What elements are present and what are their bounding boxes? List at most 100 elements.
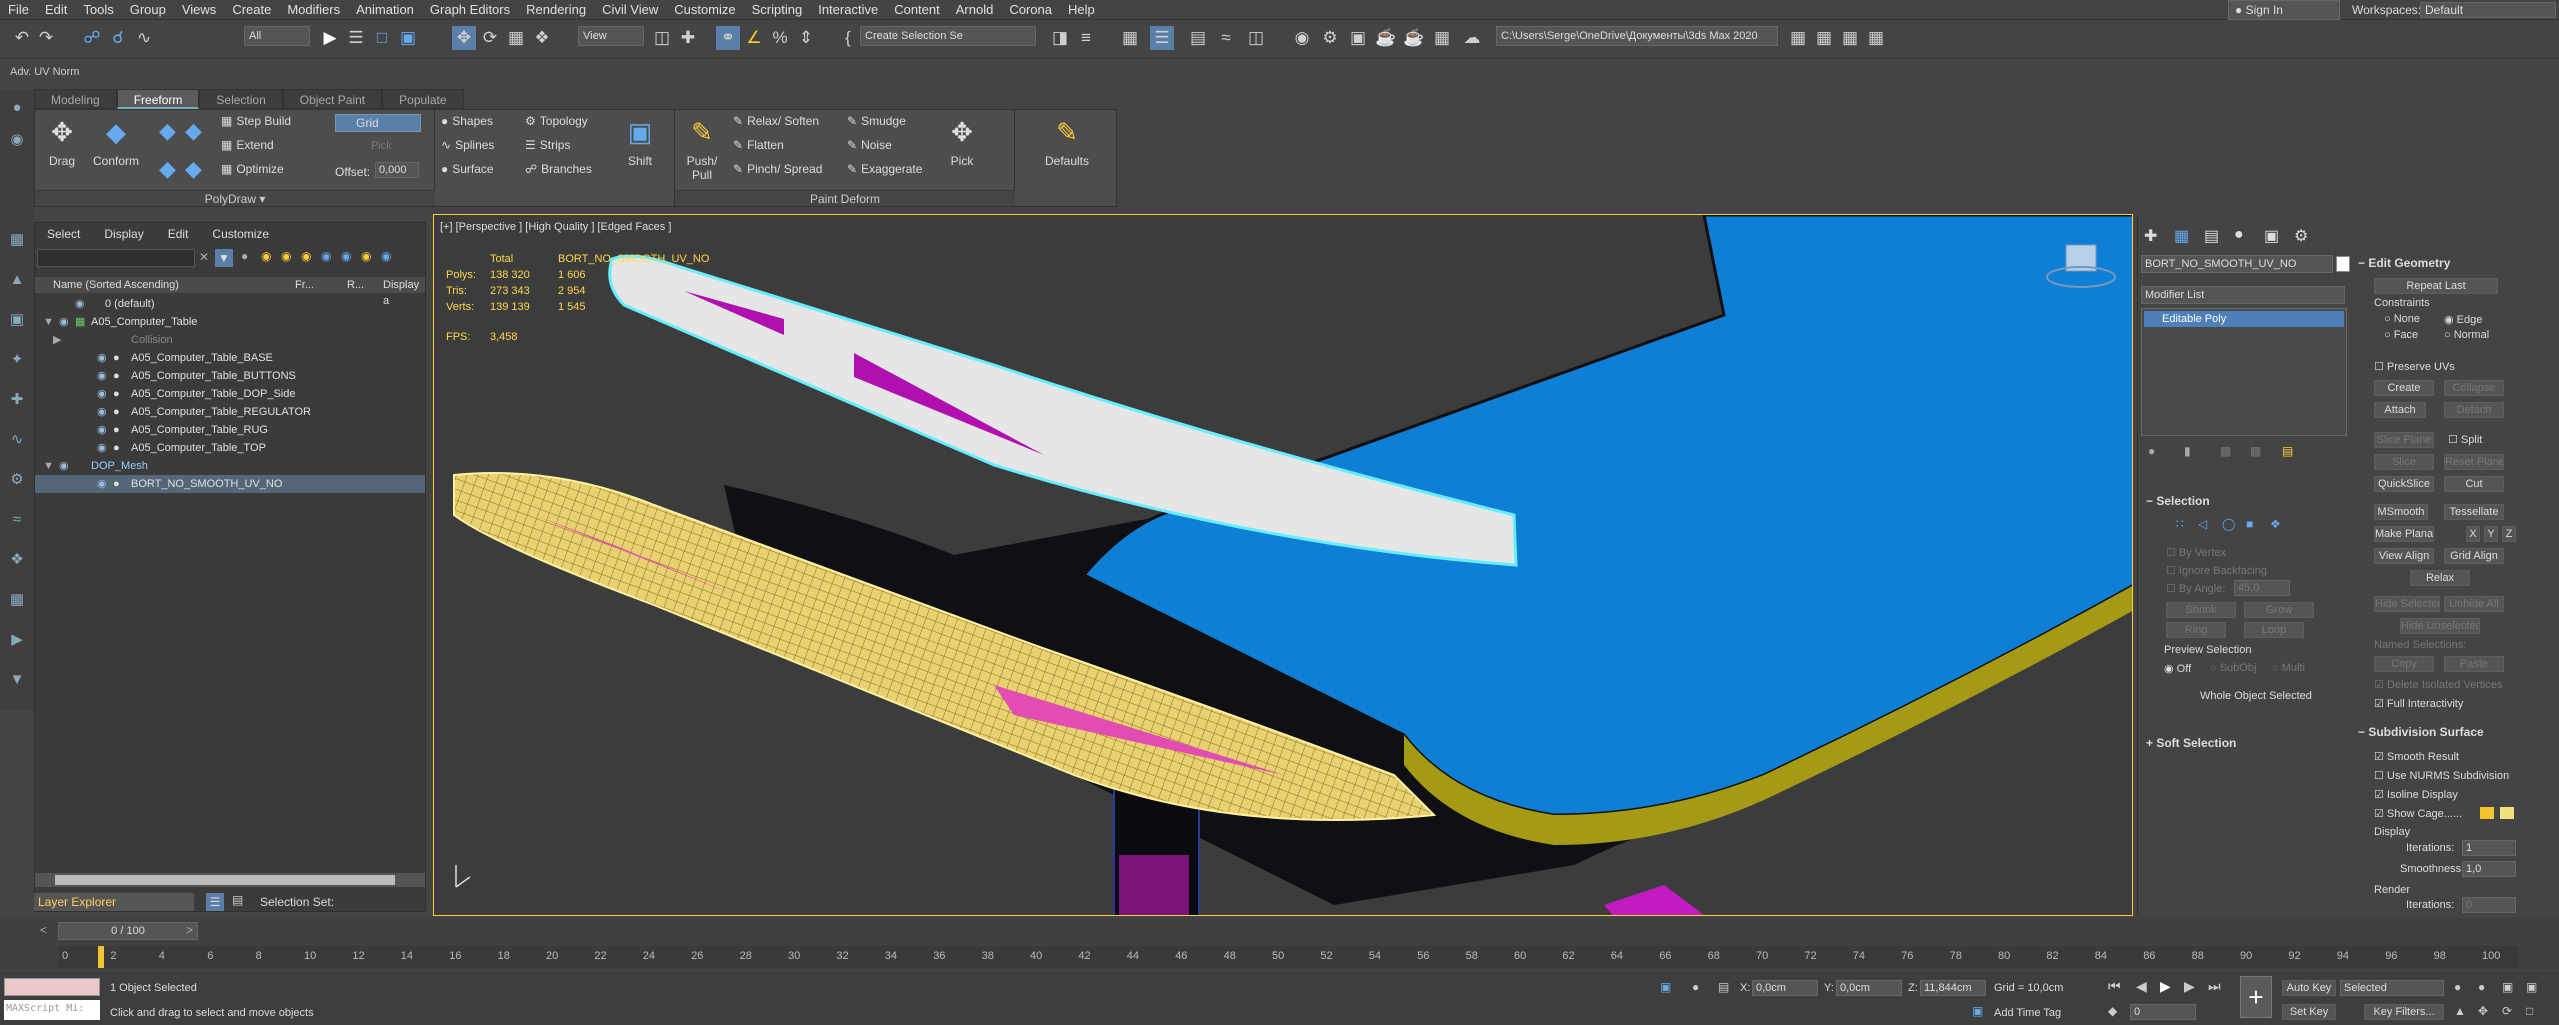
link-icon[interactable]: ☍ [80,26,104,50]
light-tool-icon[interactable]: ✦ [7,350,27,370]
render-iterative-icon[interactable]: ☕ [1402,26,1426,50]
z-coordinate-field[interactable]: 11,844cm [1920,980,1986,996]
display-geometry-icon[interactable]: ◉ [261,249,271,263]
reference-coordinate-dropdown[interactable]: View [578,26,644,46]
eye-icon[interactable]: ◉ [97,403,107,421]
strips-button[interactable]: ☰ Strips [525,138,570,152]
edge-mode-icon[interactable]: ◁ [2198,517,2207,531]
render-production-icon[interactable]: ☕ [1374,26,1398,50]
pan-view-icon[interactable]: ✥ [2478,1004,2488,1018]
mirror-icon[interactable]: ◨ [1048,26,1072,50]
object-name-field[interactable]: BORT_NO_SMOOTH_UV_NO [2141,255,2333,273]
isoline-display-checkbox[interactable]: ☑ Isoline Display [2374,788,2458,801]
cage-color-swatch-2[interactable] [2500,807,2514,819]
menu-graph-editors[interactable]: Graph Editors [422,0,518,20]
list-item-selected[interactable]: ◉ ● BORT_NO_SMOOTH_UV_NO [35,475,425,493]
utility-tool-icon[interactable]: ▶ [7,630,27,650]
filter-tool-icon[interactable]: ▲ [7,270,27,290]
filter-icon[interactable]: ▼ [215,249,233,267]
list-item[interactable]: ◉ ● A05_Computer_Table_BUTTONS [35,367,425,385]
scene-menu-select[interactable]: Select [35,223,92,245]
slice-plane-button[interactable]: Slice Plane [2374,432,2434,448]
use-nurms-checkbox[interactable]: ☐ Use NURMS Subdivision [2374,769,2509,782]
select-rotate-icon[interactable]: ⟳ [478,26,502,50]
display-lights-icon[interactable]: ◉ [301,249,311,263]
play-icon[interactable]: ▶ [2160,978,2171,995]
create-tab-icon[interactable]: ✚ [2144,226,2157,246]
render-activeshade-icon[interactable]: ▦ [1430,26,1454,50]
list-item[interactable]: ◉ ● A05_Computer_Table_REGULATOR [35,403,425,421]
auto-key-button[interactable]: Auto Key [2282,980,2336,996]
display-bones-icon[interactable]: ◉ [381,249,391,263]
camera-tool-icon[interactable]: ▣ [7,310,27,330]
previous-frame-icon[interactable]: ◀ [2136,978,2147,995]
smoothness-field[interactable]: 1,0 [2462,861,2516,877]
hide-selected-button[interactable]: Hide Selected [2374,596,2440,612]
optimize-button[interactable]: ▦ Optimize [221,162,284,176]
pick-button[interactable]: ✥ Pick [937,114,987,168]
current-frame-field[interactable]: 0 [2130,1004,2196,1020]
scene-menu-display[interactable]: Display [92,223,155,245]
key-selection-dropdown[interactable]: Selected [2340,980,2444,996]
field-of-view-icon[interactable]: ▲ [2454,1004,2466,1018]
collapse-icon[interactable]: ▼ [43,313,54,331]
tab-freeform[interactable]: Freeform [116,89,200,109]
menu-modifiers[interactable]: Modifiers [279,0,348,20]
tab-modeling[interactable]: Modeling [34,89,117,109]
unhide-all-button[interactable]: Unhide All [2444,596,2504,612]
loop-button[interactable]: Loop [2244,622,2304,638]
redo-icon[interactable]: ↷ [34,26,58,50]
drag-button[interactable]: ✥ Drag [37,114,87,168]
brush-tool-icon-2[interactable]: ◆ [185,118,202,144]
view-align-button[interactable]: View Align [2374,548,2434,564]
planar-x-button[interactable]: X [2466,526,2480,542]
shift-button[interactable]: ▣ Shift [615,114,665,168]
rectangular-selection-icon[interactable]: □ [370,26,394,50]
spinner-snap-icon[interactable]: ⇕ [794,26,818,50]
maxscript-listener[interactable] [4,978,100,996]
list-item[interactable]: ◉ ● A05_Computer_Table_TOP [35,439,425,457]
time-slider[interactable]: 0 / 100 [58,922,198,940]
extend-button[interactable]: ▦ Extend [221,138,274,152]
zoom-extents-all-icon[interactable]: ▣ [2526,980,2537,994]
smudge-button[interactable]: ✎ Smudge [847,114,906,128]
eye-icon[interactable]: ◉ [75,295,85,313]
project-folder-open-icon[interactable]: ▦ [1838,26,1862,50]
paste-button[interactable]: Paste [2444,656,2504,672]
tessellate-button[interactable]: Tessellate [2444,504,2504,520]
topology-button[interactable]: ⚙ Topology [525,114,588,128]
tab-selection[interactable]: Selection [199,89,283,109]
relax-button[interactable]: Relax [2410,570,2470,586]
constraint-normal-radio[interactable]: ○ Normal [2444,329,2489,341]
zoom-viewport-icon[interactable]: ● [2454,980,2461,994]
set-key-button[interactable]: Set Key [2282,1004,2336,1020]
goto-start-icon[interactable]: ⏮ [2108,978,2121,995]
time-cursor[interactable] [98,946,104,968]
iterations-field[interactable]: 1 [2462,840,2516,856]
menu-customize[interactable]: Customize [666,0,743,20]
shrink-button[interactable]: Shrink [2166,602,2236,618]
project-folder-refresh-icon[interactable]: ▦ [1864,26,1888,50]
noise-button[interactable]: ✎ Noise [847,138,892,152]
layer-manager-icon[interactable]: ▦ [1118,26,1142,50]
expand-icon[interactable]: ▶ [53,331,61,349]
undo-icon[interactable]: ↶ [10,26,34,50]
display-tab-icon[interactable]: ▣ [2264,226,2279,246]
eye-icon[interactable]: ◉ [97,385,107,403]
offset-field[interactable]: 0,000 [375,162,419,178]
menu-edit[interactable]: Edit [37,0,75,20]
display-helpers-icon[interactable]: ◉ [341,249,351,263]
eye-icon[interactable]: ◉ [97,367,107,385]
sign-in-dropdown[interactable]: ● Sign In [2228,0,2340,20]
edit-geometry-rollout-title[interactable]: − Edit Geometry [2358,256,2450,270]
scene-menu-edit[interactable]: Edit [156,223,201,245]
conform-button[interactable]: ◆ Conform [91,114,141,168]
menu-views[interactable]: Views [174,0,224,20]
reset-plane-button[interactable]: Reset Plane [2444,454,2504,470]
sphere-tool-icon[interactable]: ◉ [7,130,27,150]
maxscript-mini-input[interactable]: MAXScript Mi: [4,1000,100,1020]
create-panel-icon[interactable]: ● [7,98,27,118]
collapse-icon[interactable]: ▼ [43,457,54,475]
particle-tool-icon[interactable]: ❖ [7,550,27,570]
attach-button[interactable]: Attach [2374,402,2426,418]
